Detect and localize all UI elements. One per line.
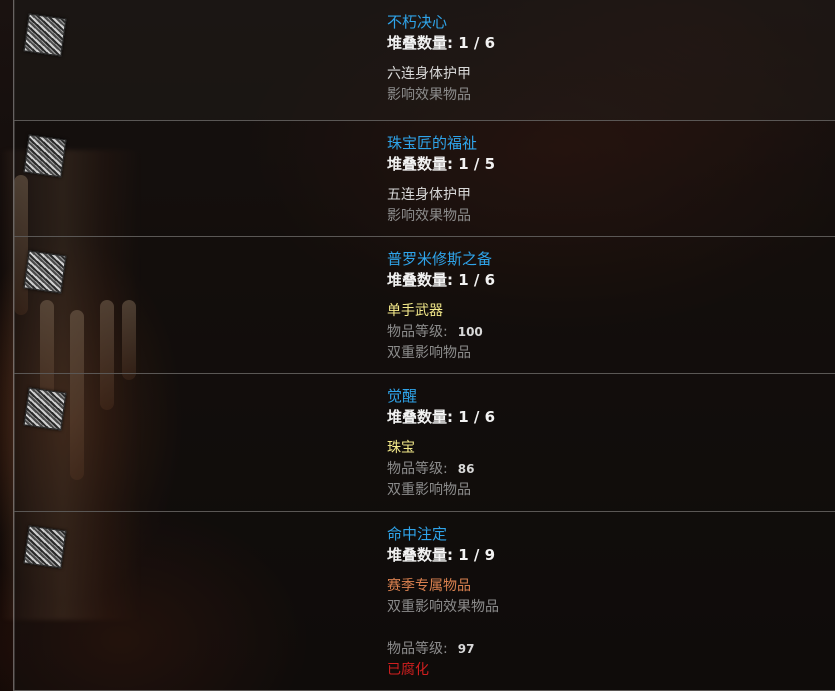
reward-type: 赛季专属物品	[387, 578, 471, 594]
stack-label: 堆叠数量:	[387, 408, 453, 426]
item-level: 物品等级: 100	[387, 322, 495, 343]
reward-note: 双重影响效果物品	[387, 599, 499, 615]
reward-note: 影响效果物品	[387, 208, 471, 224]
item-details: 命中注定 堆叠数量: 1 / 9 赛季专属物品 双重影响效果物品 物品等级: 97…	[387, 524, 499, 681]
divination-card-icon[interactable]	[23, 13, 67, 57]
stack-value: 1 / 6	[458, 408, 496, 426]
list-item[interactable]: 普罗米修斯之备 堆叠数量: 1 / 6 单手武器 物品等级: 100 双重影响物品	[14, 237, 835, 374]
list-item[interactable]: 命中注定 堆叠数量: 1 / 9 赛季专属物品 双重影响效果物品 物品等级: 97…	[14, 512, 835, 691]
item-level: 物品等级: 97	[387, 639, 499, 660]
item-details: 普罗米修斯之备 堆叠数量: 1 / 6 单手武器 物品等级: 100 双重影响物品	[387, 249, 495, 364]
item-name[interactable]: 觉醒	[387, 386, 495, 407]
stack-size: 堆叠数量: 1 / 6	[387, 407, 495, 428]
reward-type: 单手武器	[387, 303, 443, 319]
stack-size: 堆叠数量: 1 / 9	[387, 545, 499, 566]
item-details: 不朽决心 堆叠数量: 1 / 6 六连身体护甲 影响效果物品	[387, 12, 495, 106]
divination-card-icon[interactable]	[23, 387, 67, 431]
stack-value: 1 / 6	[458, 34, 496, 52]
divination-card-icon[interactable]	[23, 250, 67, 294]
stack-size: 堆叠数量: 1 / 5	[387, 154, 495, 175]
reward-note: 双重影响物品	[387, 482, 471, 498]
list-item[interactable]: 觉醒 堆叠数量: 1 / 6 珠宝 物品等级: 86 双重影响物品	[14, 374, 835, 512]
stack-size: 堆叠数量: 1 / 6	[387, 270, 495, 291]
reward-type: 五连身体护甲	[387, 187, 471, 203]
item-name[interactable]: 珠宝匠的福祉	[387, 133, 495, 154]
item-level-label: 物品等级:	[387, 324, 448, 340]
stack-label: 堆叠数量:	[387, 546, 453, 564]
stack-value: 1 / 6	[458, 271, 496, 289]
stack-size: 堆叠数量: 1 / 6	[387, 33, 495, 54]
stack-label: 堆叠数量:	[387, 271, 453, 289]
item-level-value: 97	[457, 642, 475, 656]
item-level-label: 物品等级:	[387, 641, 448, 657]
stack-value: 1 / 9	[458, 546, 496, 564]
item-list: 不朽决心 堆叠数量: 1 / 6 六连身体护甲 影响效果物品 珠宝匠的福祉 堆叠…	[14, 0, 835, 691]
item-name[interactable]: 普罗米修斯之备	[387, 249, 495, 270]
stack-label: 堆叠数量:	[387, 155, 453, 173]
reward-note: 影响效果物品	[387, 87, 471, 103]
item-name[interactable]: 命中注定	[387, 524, 499, 545]
item-level-label: 物品等级:	[387, 461, 448, 477]
item-details: 珠宝匠的福祉 堆叠数量: 1 / 5 五连身体护甲 影响效果物品	[387, 133, 495, 227]
stack-label: 堆叠数量:	[387, 34, 453, 52]
divination-card-icon[interactable]	[23, 134, 67, 178]
reward-type: 六连身体护甲	[387, 66, 471, 82]
list-item[interactable]: 不朽决心 堆叠数量: 1 / 6 六连身体护甲 影响效果物品	[14, 0, 835, 121]
item-details: 觉醒 堆叠数量: 1 / 6 珠宝 物品等级: 86 双重影响物品	[387, 386, 495, 501]
item-level-value: 86	[457, 462, 475, 476]
item-level: 物品等级: 86	[387, 459, 495, 480]
divination-card-icon[interactable]	[23, 525, 67, 569]
reward-type: 珠宝	[387, 440, 415, 456]
stack-value: 1 / 5	[458, 155, 496, 173]
corrupted-status: 已腐化	[387, 662, 429, 678]
list-item[interactable]: 珠宝匠的福祉 堆叠数量: 1 / 5 五连身体护甲 影响效果物品	[14, 121, 835, 237]
item-level-value: 100	[457, 325, 483, 339]
reward-note: 双重影响物品	[387, 345, 471, 361]
item-name[interactable]: 不朽决心	[387, 12, 495, 33]
